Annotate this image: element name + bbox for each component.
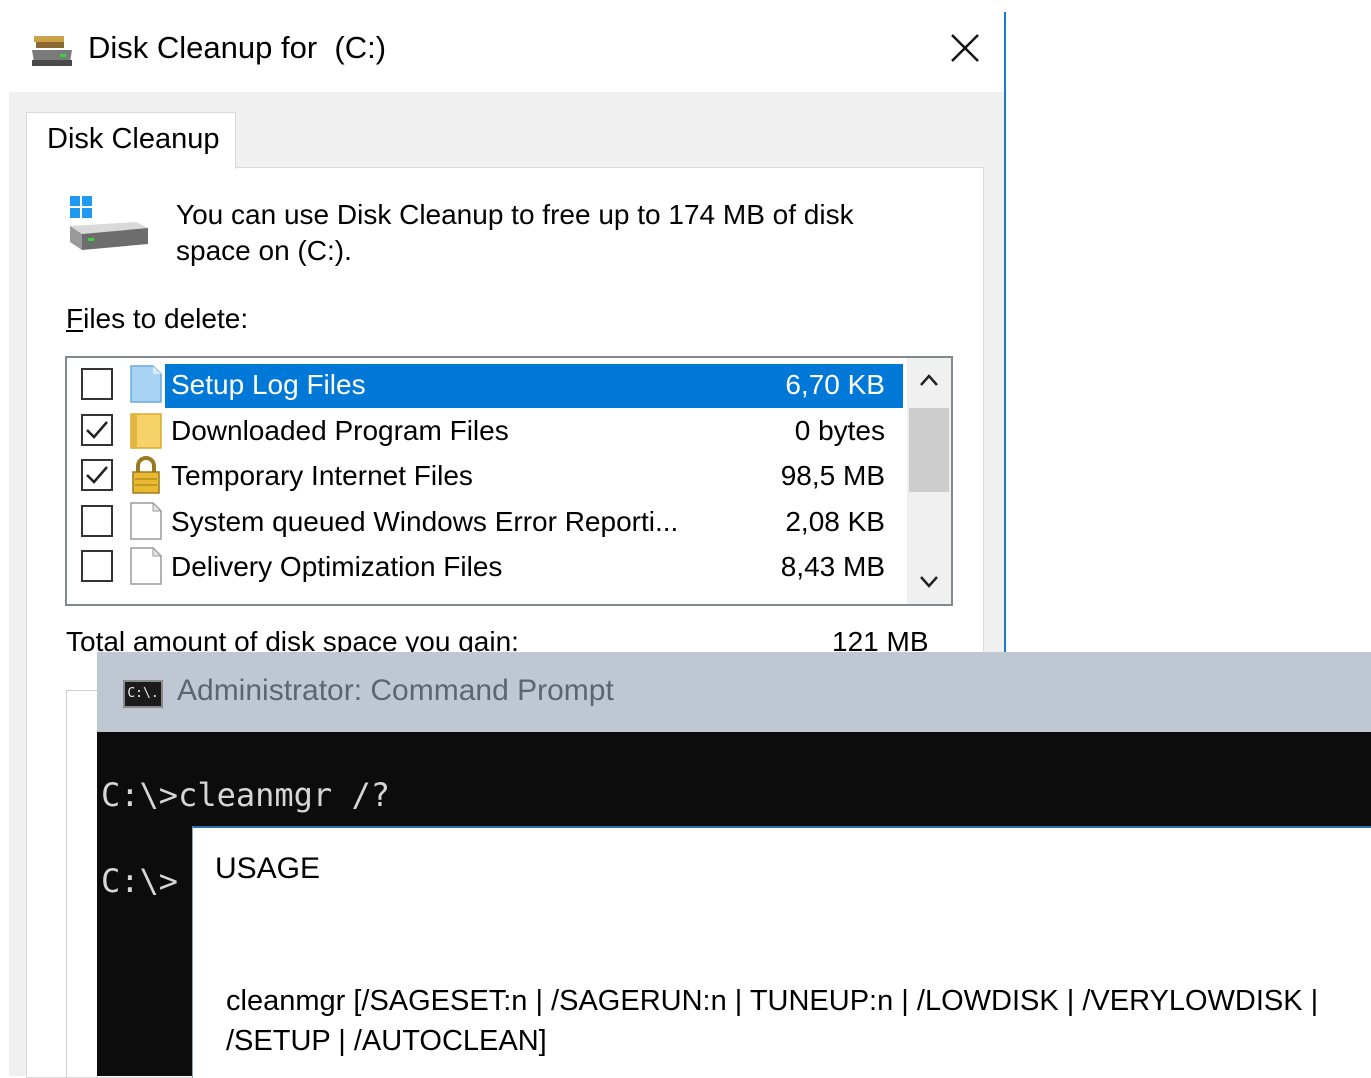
file-row[interactable]: Temporary Internet Files 98,5 MB	[67, 453, 903, 498]
file-row[interactable]: Delivery Optimization Files 8,43 MB	[67, 544, 903, 589]
file-size: 0 bytes	[794, 414, 885, 446]
file-checkbox[interactable]	[81, 368, 113, 400]
scroll-thumb[interactable]	[909, 408, 949, 492]
file-checkbox[interactable]	[81, 550, 113, 582]
file-checkbox[interactable]	[81, 459, 113, 491]
document-icon	[129, 546, 163, 586]
close-button[interactable]	[936, 22, 994, 74]
file-size: 8,43 MB	[780, 551, 885, 582]
checkmark-icon	[86, 466, 108, 484]
usage-dialog: USAGE cleanmgr [/SAGESET:n | /SAGERUN:n …	[192, 826, 1371, 1078]
file-name: Delivery Optimization Files	[171, 551, 503, 582]
scroll-up-button[interactable]	[907, 358, 951, 402]
scroll-down-button[interactable]	[907, 560, 951, 604]
file-name: Temporary Internet Files	[171, 460, 473, 491]
file-row[interactable]: System queued Windows Error Reporti... 2,…	[67, 499, 903, 544]
file-name: System queued Windows Error Reporti...	[171, 505, 679, 537]
tab-label: Disk Cleanup	[47, 123, 220, 155]
document-blue-icon	[129, 364, 163, 404]
usage-text: cleanmgr [/SAGESET:n | /SAGERUN:n | TUNE…	[226, 985, 1319, 1057]
document-icon	[129, 501, 163, 541]
file-size: 2,08 KB	[785, 505, 885, 537]
file-checkbox[interactable]	[81, 504, 113, 537]
cmd-icon: C:\.	[123, 680, 163, 708]
chevron-down-icon	[920, 576, 938, 588]
file-row[interactable]: Downloaded Program Files 0 bytes	[67, 408, 903, 453]
drive-icon	[70, 196, 148, 250]
info-text: You can use Disk Cleanup to free up to 1…	[176, 199, 854, 266]
cmd-line-prompt[interactable]: C:\>	[101, 862, 178, 900]
file-name: Downloaded Program Files	[171, 414, 509, 446]
files-label-text: iles to delete:	[83, 303, 249, 334]
list-scrollbar[interactable]	[907, 358, 951, 604]
title-bar: Disk Cleanup for (C:)	[0, 0, 1004, 92]
file-size: 98,5 MB	[780, 460, 885, 491]
tab-disk-cleanup[interactable]: Disk Cleanup	[26, 112, 236, 169]
checkmark-icon	[86, 420, 108, 439]
cmd-window-title: Administrator: Command Prompt	[177, 674, 614, 707]
window-border	[1004, 12, 1006, 652]
files-to-delete-label: Files to delete:	[66, 303, 248, 335]
close-icon	[951, 34, 979, 62]
disk-cleanup-icon	[32, 36, 72, 66]
file-size: 6,70 KB	[785, 369, 885, 400]
file-row[interactable]: Setup Log Files 6,70 KB	[67, 362, 903, 408]
cmd-title-bar[interactable]: C:\. Administrator: Command Prompt	[97, 652, 1371, 732]
folder-icon	[129, 410, 163, 450]
file-name: Setup Log Files	[171, 369, 366, 400]
cmd-line-command: C:\>cleanmgr /?	[101, 776, 390, 814]
files-list[interactable]: Setup Log Files 6,70 KB Downloaded Program…	[65, 356, 953, 606]
window-title: Disk Cleanup for (C:)	[88, 30, 387, 65]
usage-title: USAGE	[215, 852, 321, 885]
files-label-accesskey: F	[66, 303, 84, 334]
file-checkbox[interactable]	[81, 413, 113, 446]
chevron-up-icon	[920, 374, 938, 386]
lock-icon	[129, 455, 163, 495]
